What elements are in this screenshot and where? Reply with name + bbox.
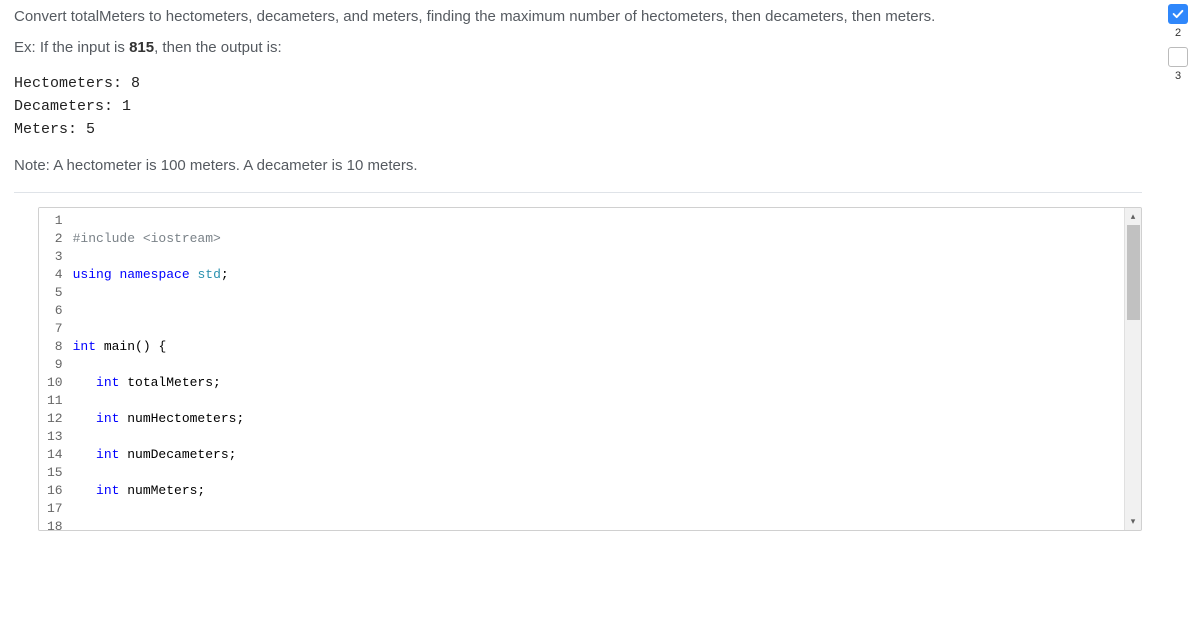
note-text: Note: A hectometer is 100 meters. A deca… [14,157,1142,174]
step-number: 2 [1175,27,1181,39]
step-indicator-3[interactable]: 3 [1163,47,1193,82]
code-token: namespace [119,267,189,282]
output-line-3: Meters: 5 [14,118,1142,141]
example-intro: Ex: If the input is 815, then the output… [14,39,1142,56]
code-token: std [197,267,220,282]
code-editor[interactable]: 1 2 3 4 5 6 7 8 9 10 11 12 13 14 15 16 1… [38,207,1142,531]
example-input-value: 815 [129,39,154,56]
instruction-text: Convert totalMeters to hectometers, deca… [14,6,1142,29]
line-number: 13 [47,428,63,446]
code-token: totalMeters; [119,375,220,390]
code-token: using [73,267,112,282]
step-number: 3 [1175,70,1181,82]
line-number: 15 [47,464,63,482]
line-number: 17 [47,500,63,518]
output-line-2: Decameters: 1 [14,95,1142,118]
code-token: int [96,447,119,462]
code-token: ; [221,267,229,282]
example-prefix: Ex: If the input is [14,39,129,56]
line-number: 9 [47,356,63,374]
line-number: 5 [47,284,63,302]
line-number: 8 [47,338,63,356]
scrollbar[interactable]: ▴ ▾ [1124,208,1141,530]
code-token: #include <iostream> [73,231,221,246]
line-number: 11 [47,392,63,410]
line-number: 3 [47,248,63,266]
right-panel: 2 3 [1156,0,1200,621]
code-token: { [151,339,167,354]
main-content: Convert totalMeters to hectometers, deca… [0,0,1156,621]
line-number: 1 [47,212,63,230]
code-token: int [96,375,119,390]
line-gutter: 1 2 3 4 5 6 7 8 9 10 11 12 13 14 15 16 1… [39,208,69,530]
code-token: int [73,339,96,354]
example-suffix: , then the output is: [154,39,282,56]
line-number: 14 [47,446,63,464]
check-icon [1168,4,1188,24]
output-line-1: Hectometers: 8 [14,72,1142,95]
code-token: main [104,339,135,354]
line-number: 7 [47,320,63,338]
step-indicator-2[interactable]: 2 [1163,4,1193,39]
code-body[interactable]: #include <iostream> using namespace std;… [69,208,1124,530]
example-output: Hectometers: 8 Decameters: 1 Meters: 5 [14,72,1142,142]
line-number: 4 [47,266,63,284]
code-token: int [96,483,119,498]
scroll-down-arrow-icon[interactable]: ▾ [1125,513,1142,530]
scroll-up-arrow-icon[interactable]: ▴ [1125,208,1142,225]
scroll-thumb[interactable] [1127,225,1140,320]
line-number: 18 [47,518,63,531]
code-token: () [135,339,151,354]
code-token: int [96,411,119,426]
line-number: 6 [47,302,63,320]
code-token: numMeters; [119,483,205,498]
code-token: numHectometers; [119,411,244,426]
line-number: 2 [47,230,63,248]
code-token: numDecameters; [119,447,236,462]
separator [14,192,1142,193]
line-number: 16 [47,482,63,500]
line-number: 12 [47,410,63,428]
line-number: 10 [47,374,63,392]
empty-box-icon [1168,47,1188,67]
